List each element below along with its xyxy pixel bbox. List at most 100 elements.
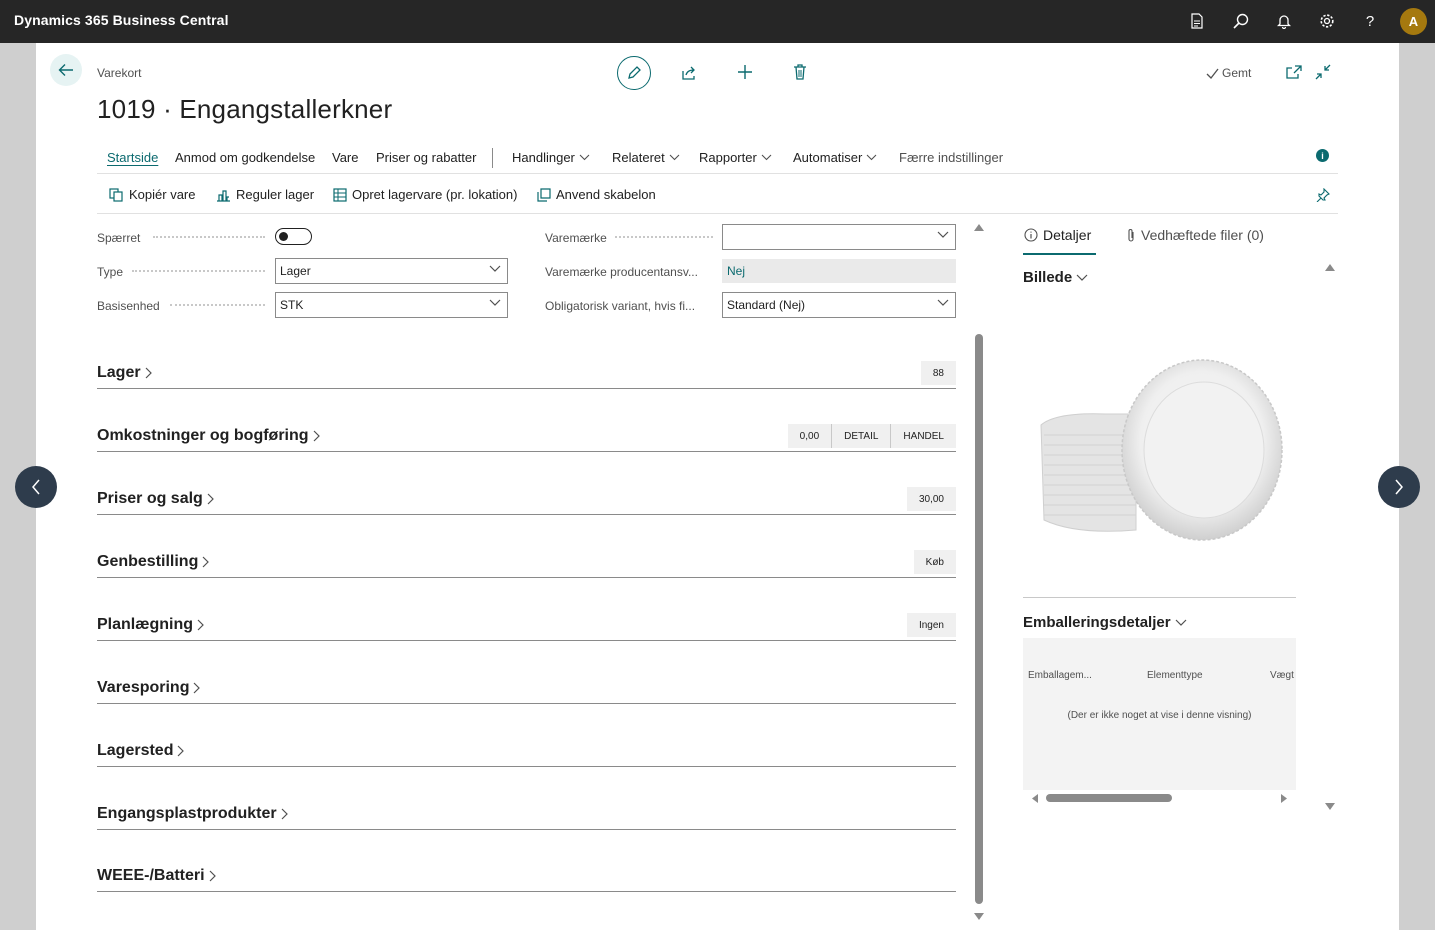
factbox-scroll-up-arrow[interactable]: [1325, 264, 1335, 271]
document-icon[interactable]: [1186, 10, 1208, 32]
new-button[interactable]: [736, 63, 754, 81]
mandatory-variant-select[interactable]: Standard (Nej): [722, 292, 956, 318]
back-button[interactable]: [50, 54, 82, 86]
base-unit-select[interactable]: STK: [275, 292, 508, 318]
type-select[interactable]: Lager: [275, 258, 508, 284]
menu-item-prices-discounts[interactable]: Priser og rabatter: [376, 150, 476, 165]
fasttab-title[interactable]: Planlægning: [97, 616, 205, 634]
main-scrollbar-thumb[interactable]: [975, 334, 983, 904]
hscroll-right-arrow[interactable]: [1281, 794, 1287, 803]
fasttab-costs-posting[interactable]: Omkostninger og bogføring 0,00 DETAIL HA…: [97, 422, 956, 452]
menu-item-startside[interactable]: Startside: [107, 150, 158, 165]
horizontal-scrollbar-thumb[interactable]: [1046, 794, 1172, 802]
avatar[interactable]: A: [1400, 8, 1427, 35]
blocked-label: Spærret: [97, 231, 141, 245]
menu-separator: [492, 148, 493, 168]
column-header[interactable]: Elementtype: [1147, 670, 1203, 681]
fasttab-title[interactable]: Varesporing: [97, 679, 201, 697]
copy-icon: [109, 187, 123, 202]
adjust-inventory-button[interactable]: Reguler lager: [216, 187, 314, 202]
share-button[interactable]: [680, 63, 698, 81]
fasttab-warehouse[interactable]: Lagersted: [97, 737, 956, 767]
fasttab-title[interactable]: Priser og salg: [97, 490, 215, 508]
help-icon[interactable]: ?: [1359, 10, 1381, 32]
brand-producer-value[interactable]: Nej: [722, 259, 956, 283]
pin-icon: [1316, 188, 1330, 202]
fasttab-planning[interactable]: Planlægning Ingen: [97, 611, 956, 641]
create-stockkeeping-unit-button[interactable]: Opret lagervare (pr. lokation): [333, 187, 517, 202]
fasttab-inventory[interactable]: Lager 88: [97, 359, 956, 389]
fasttab-replenishment[interactable]: Genbestilling Køb: [97, 548, 956, 578]
menu-label: Færre indstillinger: [899, 150, 1004, 165]
menu-item-actions[interactable]: Handlinger: [512, 150, 590, 165]
chevron-down-icon: [1076, 274, 1088, 281]
fasttab-title[interactable]: Lager: [97, 364, 153, 382]
saved-status: Gemt: [1206, 66, 1251, 80]
tab-details-label: Detaljer: [1043, 227, 1092, 243]
info-icon[interactable]: i: [1316, 149, 1329, 162]
menu-item-fewer-options[interactable]: Færre indstillinger: [899, 150, 1003, 165]
delete-button[interactable]: [791, 63, 809, 81]
app-title[interactable]: Dynamics 365 Business Central: [14, 12, 229, 28]
brand-label: Varemærke: [545, 231, 607, 245]
picture-section-title[interactable]: Billede: [1023, 269, 1088, 286]
share-icon: [682, 66, 695, 80]
create-stockkeeping-unit-label: Opret lagervare (pr. lokation): [352, 187, 518, 202]
fasttab-title-text: Omkostninger og bogføring: [97, 427, 309, 444]
next-record-button[interactable]: [1378, 466, 1420, 508]
tab-attachments[interactable]: Vedhæftede filer (0): [1126, 227, 1264, 243]
menu-item-request-approval[interactable]: Anmod om godkendelse: [175, 150, 315, 165]
fasttab-prices-sales[interactable]: Priser og salg 30,00: [97, 485, 956, 515]
picture-title-text: Billede: [1023, 269, 1073, 286]
item-picture[interactable]: [1036, 350, 1286, 550]
packaging-section-title[interactable]: Emballeringsdetaljer: [1023, 614, 1187, 631]
search-icon[interactable]: [1230, 10, 1252, 32]
fasttab-title[interactable]: Engangsplastprodukter: [97, 805, 289, 823]
menu-item-related[interactable]: Relateret: [612, 150, 680, 165]
bell-icon[interactable]: [1273, 10, 1295, 32]
copy-item-button[interactable]: Kopiér vare: [109, 187, 195, 202]
chevron-down-icon: [489, 265, 501, 272]
tab-details[interactable]: Detaljer: [1024, 227, 1091, 243]
blocked-toggle[interactable]: [275, 228, 312, 245]
scroll-up-arrow[interactable]: [974, 224, 984, 231]
menu-item-reports[interactable]: Rapporter: [699, 150, 772, 165]
scroll-down-arrow[interactable]: [974, 913, 984, 920]
page-title: 1019 · Engangstallerkner: [97, 94, 393, 124]
active-tab-indicator: [1023, 253, 1096, 255]
pin-button[interactable]: [1315, 187, 1331, 203]
fasttab-weee-battery[interactable]: WEEE-/Batteri: [97, 862, 956, 892]
summary-chip: Ingen: [906, 613, 956, 637]
menu-item-automate[interactable]: Automatiser: [793, 150, 877, 165]
menu-label: Anmod om godkendelse: [175, 150, 316, 165]
edit-button[interactable]: [617, 56, 651, 90]
info-outline-icon: [1024, 228, 1038, 242]
fasttab-title-text: Priser og salg: [97, 490, 203, 507]
fasttab-title[interactable]: Lagersted: [97, 742, 185, 760]
paperclip-icon: [1128, 228, 1134, 242]
arrow-left-icon: [58, 64, 73, 76]
chevron-right-icon: [194, 682, 201, 694]
previous-record-button[interactable]: [15, 466, 57, 508]
column-header[interactable]: Vægt: [1270, 670, 1294, 681]
fasttab-title[interactable]: WEEE-/Batteri: [97, 867, 217, 885]
hscroll-left-arrow[interactable]: [1032, 794, 1038, 803]
plate-stack: [1040, 413, 1137, 532]
apply-template-button[interactable]: Anvend skabelon: [537, 187, 656, 202]
gear-icon[interactable]: [1316, 10, 1338, 32]
fasttab-single-use-plastic[interactable]: Engangsplastprodukter: [97, 800, 956, 830]
chevron-down-icon: [937, 231, 949, 238]
fasttab-summary: 88: [920, 361, 956, 385]
open-new-window-button[interactable]: [1285, 63, 1303, 81]
fasttab-title[interactable]: Genbestilling: [97, 553, 210, 571]
collapse-button[interactable]: [1314, 63, 1332, 81]
factbox-scroll-down-arrow[interactable]: [1325, 803, 1335, 810]
menu-label: Automatiser: [793, 150, 863, 165]
column-header[interactable]: Emballagem...: [1028, 670, 1092, 681]
fasttab-title-text: Varesporing: [97, 679, 190, 696]
fasttab-title[interactable]: Omkostninger og bogføring: [97, 427, 321, 445]
fasttab-item-tracking[interactable]: Varesporing: [97, 674, 956, 704]
breadcrumb: Varekort: [97, 66, 142, 80]
brand-select[interactable]: [722, 224, 956, 250]
menu-item-item[interactable]: Vare: [332, 150, 359, 165]
